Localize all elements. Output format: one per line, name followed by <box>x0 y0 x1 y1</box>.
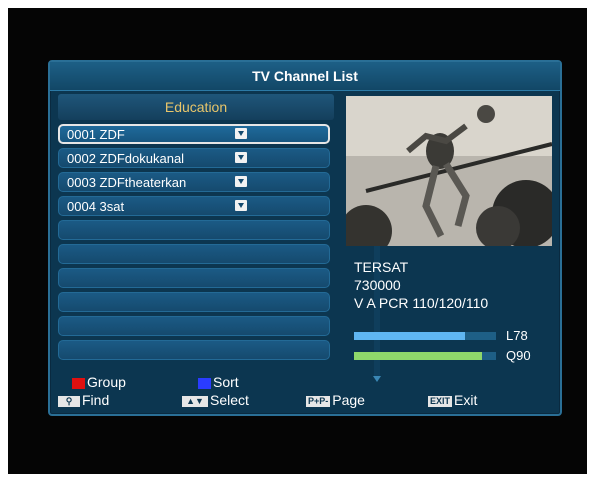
channel-label: 0003 ZDFtheaterkan <box>67 175 187 190</box>
group-help[interactable]: Group <box>72 374 126 390</box>
empty-row <box>58 292 330 312</box>
channel-list-panel: Education 0001 ZDF 0002 ZDFdokukanal 000… <box>58 94 334 366</box>
signal-quality-label: Q90 <box>506 348 531 363</box>
preview-picture <box>346 96 552 246</box>
channel-row[interactable]: 0003 ZDFtheaterkan <box>58 172 330 192</box>
sort-help[interactable]: Sort <box>198 374 239 390</box>
exit-help[interactable]: EXIT Exit <box>428 392 477 408</box>
signal-quality-fill <box>354 352 482 360</box>
page-key-icon: P+P- <box>306 395 331 407</box>
channel-label: 0002 ZDFdokukanal <box>67 151 185 166</box>
channel-label: 0001 ZDF <box>67 127 125 142</box>
frequency: 730000 <box>354 277 401 293</box>
select-help[interactable]: ▲▼ Select <box>182 392 249 408</box>
find-help-label: Find <box>82 392 110 408</box>
dialog-title: TV Channel List <box>50 62 560 91</box>
signal-level-bar <box>354 332 496 340</box>
magnifier-icon: ⚲ <box>58 395 80 407</box>
favorite-icon <box>235 176 247 187</box>
empty-row <box>58 268 330 288</box>
channel-list-dialog: TV Channel List Education 0001 ZDF 0002 … <box>48 60 562 416</box>
group-help-label: Group <box>87 374 126 390</box>
exit-key-icon: EXIT <box>428 395 453 407</box>
tv-screen: TV Channel List Education 0001 ZDF 0002 … <box>8 8 587 474</box>
channel-row[interactable]: 0002 ZDFdokukanal <box>58 148 330 168</box>
channel-row[interactable]: 0001 ZDF <box>58 124 330 144</box>
red-key-icon <box>72 377 85 389</box>
sort-help-label: Sort <box>213 374 239 390</box>
page-help-label: Page <box>332 392 365 408</box>
pid-info: V A PCR 110/120/110 <box>354 295 489 311</box>
channel-row[interactable]: 0004 3sat <box>58 196 330 216</box>
video-preview <box>346 96 552 246</box>
favorite-icon <box>235 200 247 211</box>
favorite-icon <box>235 152 247 163</box>
empty-row <box>58 244 330 264</box>
channel-info: TERSAT 730000 V A PCR 110/120/110 <box>354 258 488 312</box>
signal-level-label: L78 <box>506 328 528 343</box>
empty-row <box>58 316 330 336</box>
up-down-arrows-icon: ▲▼ <box>182 395 208 407</box>
scroll-down-icon <box>373 376 381 382</box>
channel-label: 0004 3sat <box>67 199 125 214</box>
favorite-icon <box>235 128 247 139</box>
page-help[interactable]: P+P- Page <box>306 392 365 408</box>
select-help-label: Select <box>210 392 249 408</box>
satellite-name: TERSAT <box>354 259 409 275</box>
exit-help-label: Exit <box>454 392 478 408</box>
empty-row <box>58 340 330 360</box>
blue-key-icon <box>198 377 211 389</box>
empty-row <box>58 220 330 240</box>
signal-quality-bar <box>354 352 496 360</box>
group-name[interactable]: Education <box>58 94 334 120</box>
find-help[interactable]: ⚲ Find <box>58 392 109 408</box>
signal-level-fill <box>354 332 465 340</box>
